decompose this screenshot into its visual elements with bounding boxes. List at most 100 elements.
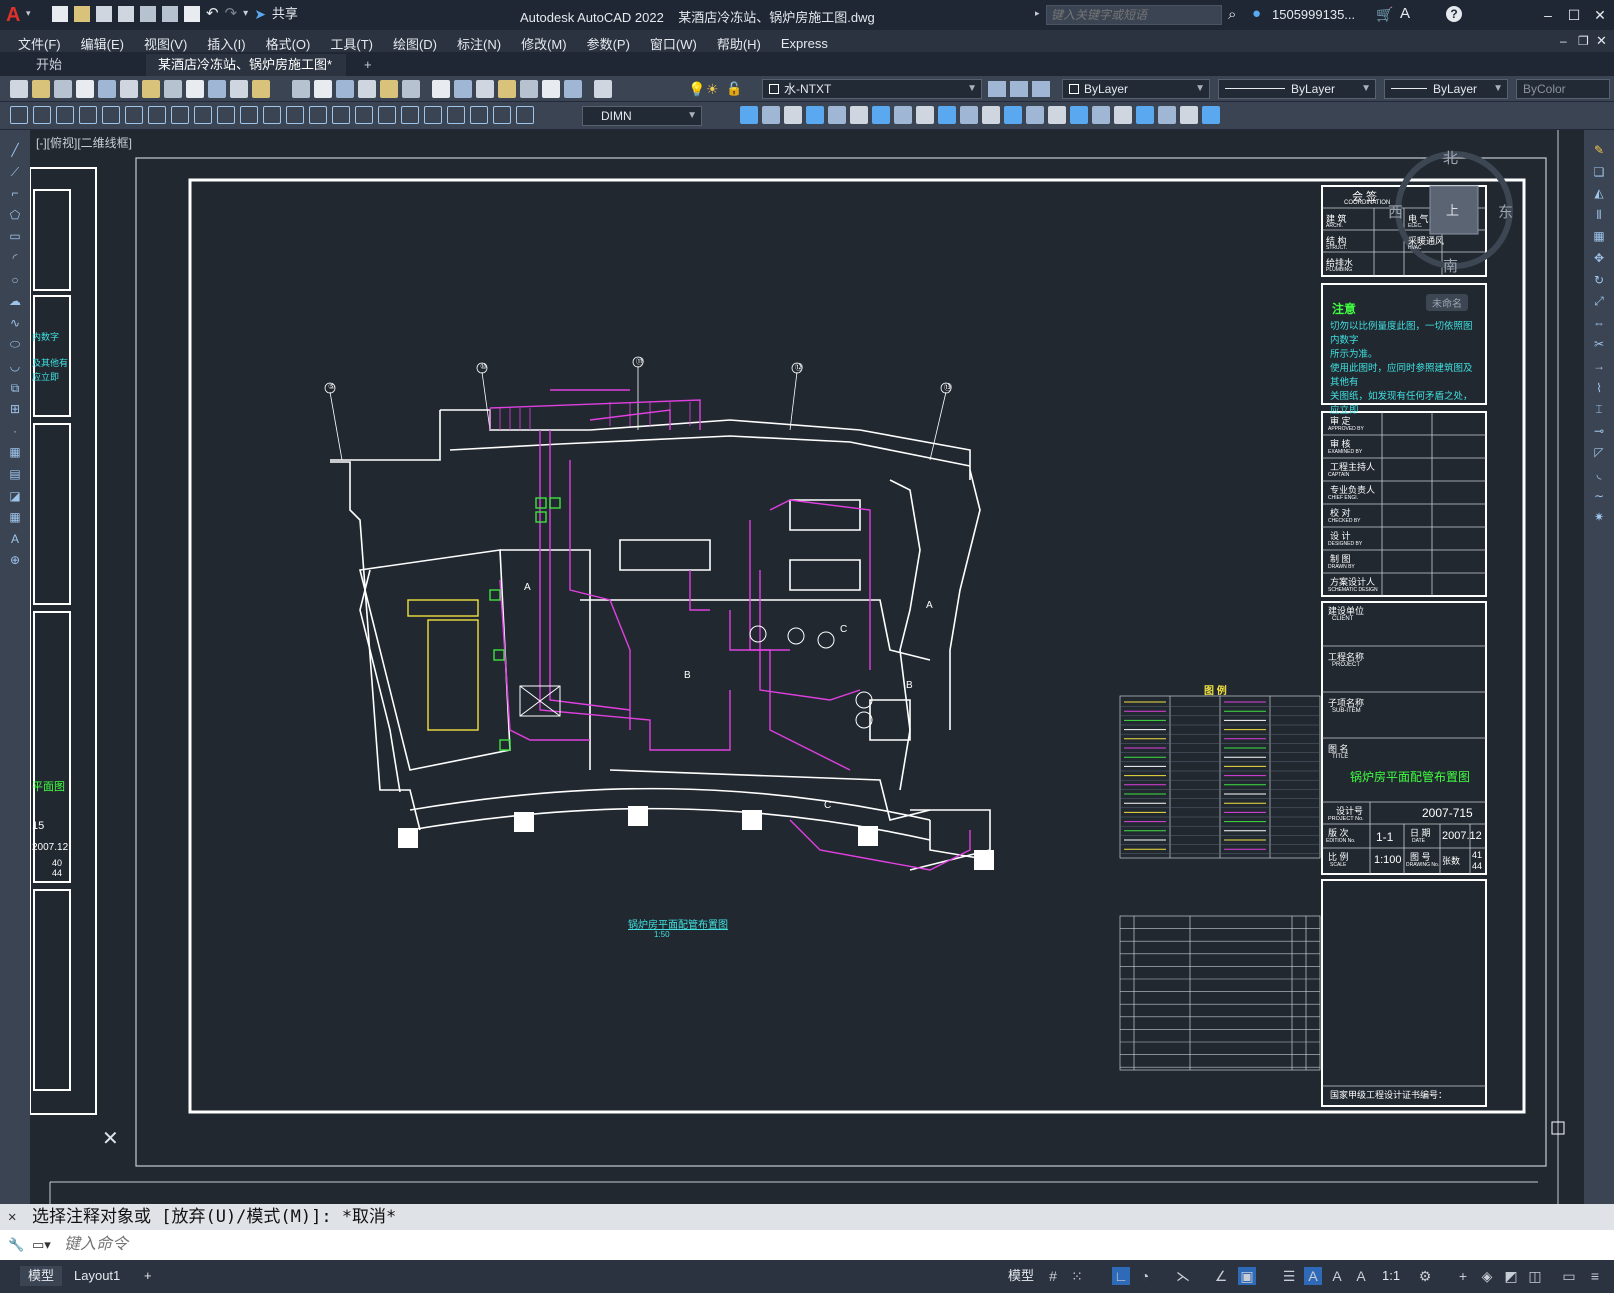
isodraft-icon[interactable]: ⋋ bbox=[1174, 1267, 1192, 1285]
cut-icon[interactable] bbox=[164, 80, 182, 98]
menu-file[interactable]: 文件(F) bbox=[8, 34, 71, 53]
continue-dim-icon[interactable] bbox=[309, 106, 327, 124]
copy-icon[interactable] bbox=[186, 80, 204, 98]
quickcalc-icon[interactable] bbox=[542, 80, 560, 98]
ellipse-arc-icon[interactable]: ◡ bbox=[6, 358, 24, 374]
make-current-layer-icon[interactable] bbox=[988, 81, 1006, 97]
menu-format[interactable]: 格式(O) bbox=[256, 34, 321, 53]
menu-insert[interactable]: 插入(I) bbox=[197, 34, 255, 53]
color-dropdown[interactable]: ByLayer ▼ bbox=[1062, 79, 1210, 99]
rotate-tool-icon[interactable] bbox=[850, 106, 868, 124]
doc-close-button[interactable]: ✕ bbox=[1596, 33, 1607, 49]
viewcube-east-label[interactable]: 东 bbox=[1498, 201, 1513, 222]
erase-tool-icon[interactable] bbox=[1114, 106, 1132, 124]
drawing-canvas[interactable]: [-][俯视][二维线框] 北 南 东 西 上 未命名 会 签 COORDINA… bbox=[30, 130, 1584, 1204]
multiline-text-icon[interactable]: A bbox=[6, 531, 24, 547]
layer-on-icon[interactable]: 💡 bbox=[688, 81, 705, 98]
help-icon[interactable] bbox=[564, 80, 582, 98]
grid-icon[interactable]: # bbox=[1044, 1267, 1062, 1285]
break-tool-icon[interactable] bbox=[982, 106, 1000, 124]
lineweight-icon[interactable]: ☰ bbox=[1280, 1267, 1298, 1285]
customize-wrench-icon[interactable]: 🔧 bbox=[8, 1230, 24, 1260]
dimstyle-dropdown[interactable]: DIMN ▼ bbox=[582, 106, 702, 126]
design-center-icon[interactable] bbox=[454, 80, 472, 98]
extend-tool-icon[interactable] bbox=[938, 106, 956, 124]
tab-start[interactable]: 开始 bbox=[24, 54, 144, 76]
layer-previous-icon[interactable] bbox=[1032, 81, 1050, 97]
revision-cloud-icon[interactable]: ☁ bbox=[6, 293, 24, 309]
recent-commands-icon[interactable]: ▭▾ bbox=[32, 1230, 51, 1260]
line-icon[interactable]: ╱ bbox=[6, 142, 24, 158]
annotation-visibility-icon[interactable]: A bbox=[1304, 1267, 1322, 1285]
angular-dim-icon[interactable] bbox=[240, 106, 258, 124]
app-menu-chevron-icon[interactable]: ▾ bbox=[26, 8, 31, 19]
open-file-icon[interactable] bbox=[74, 6, 90, 22]
chamfer-tool-icon[interactable]: ◸ bbox=[1590, 444, 1608, 460]
plot-icon[interactable] bbox=[76, 80, 94, 98]
add-selected-icon[interactable]: ⊕ bbox=[6, 552, 24, 568]
clean-screen-icon[interactable]: ◫ bbox=[1526, 1267, 1544, 1285]
linetype-dropdown[interactable]: ByLayer ▼ bbox=[1218, 79, 1376, 99]
annotation-scale-icon[interactable]: A bbox=[1352, 1267, 1370, 1285]
save-as-icon[interactable] bbox=[118, 6, 134, 22]
undo-icon[interactable]: ↶ bbox=[206, 6, 219, 24]
inspection-icon[interactable] bbox=[424, 106, 442, 124]
hatch-icon[interactable]: ▦ bbox=[6, 444, 24, 460]
redo-icon[interactable]: ↷ bbox=[225, 6, 238, 24]
insert-block-icon[interactable]: ⧉ bbox=[6, 380, 24, 396]
offset-tool-icon[interactable]: ⫴ bbox=[1590, 207, 1608, 223]
radius-dim-icon[interactable] bbox=[171, 106, 189, 124]
object-snap-tracking-icon[interactable]: ∠ bbox=[1212, 1267, 1230, 1285]
table-icon[interactable]: ▦ bbox=[6, 509, 24, 525]
construction-line-icon[interactable]: ⟋ bbox=[6, 164, 24, 180]
properties-icon[interactable] bbox=[432, 80, 450, 98]
center-mark-icon[interactable] bbox=[401, 106, 419, 124]
linear-dim-icon[interactable] bbox=[79, 106, 97, 124]
maximize-button[interactable]: ☐ bbox=[1562, 4, 1586, 26]
auto-scale-icon[interactable]: A bbox=[1328, 1267, 1346, 1285]
arc-length-icon[interactable] bbox=[125, 106, 143, 124]
baseline-dim-icon[interactable] bbox=[286, 106, 304, 124]
copy-tool-icon[interactable]: ❏ bbox=[1590, 164, 1608, 180]
join-tool-icon[interactable]: ⊸ bbox=[1590, 423, 1608, 439]
save-icon[interactable] bbox=[96, 6, 112, 22]
autodesk-app-icon[interactable]: A bbox=[1400, 5, 1410, 22]
command-input[interactable] bbox=[64, 1233, 1604, 1257]
array-tool-icon[interactable]: ▦ bbox=[1590, 228, 1608, 244]
zoom-previous-icon[interactable] bbox=[402, 80, 420, 98]
ordinate-dim-icon[interactable] bbox=[148, 106, 166, 124]
minimize-button[interactable]: – bbox=[1536, 4, 1560, 26]
layer-match-icon[interactable] bbox=[1010, 81, 1028, 97]
plus-icon[interactable]: + bbox=[1454, 1267, 1472, 1285]
osnap-icon[interactable]: ▣ bbox=[1238, 1267, 1256, 1285]
polyline-icon[interactable]: ⌐ bbox=[6, 185, 24, 201]
jogged-dim-icon[interactable] bbox=[194, 106, 212, 124]
zoom-realtime-icon[interactable] bbox=[358, 80, 376, 98]
mirror-tool-icon[interactable]: ◭ bbox=[1590, 185, 1608, 201]
layer-thaw-icon[interactable]: ☀ bbox=[706, 81, 719, 98]
snap-icon[interactable]: ⁙ bbox=[1068, 1267, 1086, 1285]
extend-tool-icon[interactable]: → bbox=[1590, 358, 1608, 374]
menu-draw[interactable]: 绘图(D) bbox=[383, 34, 447, 53]
match-props-icon[interactable] bbox=[230, 80, 248, 98]
model-space-button[interactable]: 模型 bbox=[1000, 1266, 1042, 1286]
region-icon[interactable]: ◪ bbox=[6, 488, 24, 504]
spline-icon[interactable]: ∿ bbox=[6, 315, 24, 331]
mirror-tool-icon[interactable] bbox=[762, 106, 780, 124]
trim-tool-icon[interactable] bbox=[916, 106, 934, 124]
share-button[interactable]: 共享 bbox=[272, 6, 298, 24]
open-icon[interactable] bbox=[32, 80, 50, 98]
qnew-icon[interactable] bbox=[10, 80, 28, 98]
customization-icon[interactable]: ▭ bbox=[1560, 1267, 1578, 1285]
break-at-point-tool-icon[interactable] bbox=[960, 106, 978, 124]
diameter-dim-icon[interactable] bbox=[217, 106, 235, 124]
layout1-tab[interactable]: Layout1 bbox=[66, 1266, 128, 1286]
circle-icon[interactable]: ○ bbox=[6, 272, 24, 288]
blend-tool-icon[interactable] bbox=[1070, 106, 1088, 124]
explode-tool-icon[interactable] bbox=[1092, 106, 1110, 124]
trim-tool-icon[interactable]: ✂ bbox=[1590, 336, 1608, 352]
close-window-button[interactable]: ✕ bbox=[1588, 4, 1612, 26]
tool-palettes-icon[interactable] bbox=[476, 80, 494, 98]
sheet-set-icon[interactable] bbox=[498, 80, 516, 98]
explode-tool-icon[interactable]: ✷ bbox=[1590, 509, 1608, 525]
